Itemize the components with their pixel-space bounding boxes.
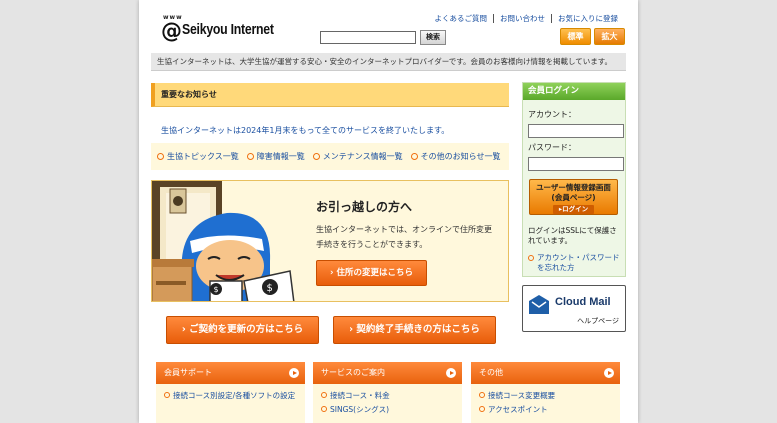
bullet-icon [479, 406, 485, 412]
bullet-icon [479, 392, 485, 398]
account-label: アカウント： [528, 110, 576, 119]
contact-link[interactable]: お問い合わせ [493, 14, 551, 23]
bullet-icon [410, 153, 418, 160]
bullet-icon [157, 153, 164, 160]
list-item-label: 接続コース・料金 [330, 391, 390, 400]
other-title: その他 [479, 368, 503, 377]
top-links: よくあるご質問 お問い合わせ お気に入りに登録 [429, 14, 625, 23]
list-item[interactable]: アクセスポイント [479, 404, 612, 415]
bullet-icon [321, 406, 327, 412]
address-change-button[interactable]: › 住所の変更はこちら [316, 260, 427, 286]
other-column: その他 接続コース変更概要 アクセスポイント [471, 362, 620, 423]
logo-at: @ [161, 19, 182, 43]
bullet-icon [312, 153, 320, 160]
important-notice-heading: 重要なお知らせ [151, 83, 509, 107]
outage-list-label: 障害情報一覧 [256, 152, 305, 161]
faq-link[interactable]: よくあるご質問 [429, 14, 494, 23]
login-button-line2: (会員ページ) [551, 193, 596, 202]
ssl-note: ログインはSSLにて保護されています。 [528, 226, 617, 245]
login-button-line1: ユーザー情報登録画面 [536, 183, 611, 192]
service-guide-title: サービスのご案内 [321, 368, 385, 377]
account-input[interactable] [528, 124, 624, 138]
site-tagline: 生協インターネットは、大学生協が運営する安心・安全のインターネットプロバイダーで… [151, 53, 626, 71]
service-guide-heading[interactable]: サービスのご案内 [313, 362, 462, 384]
expand-icon [604, 368, 614, 378]
logo-text: Seikyou Internet [182, 21, 274, 38]
list-item[interactable]: 接続コース・料金 [321, 390, 454, 401]
terminate-contract-button[interactable]: › 契約終了手続きの方はこちら [333, 316, 496, 344]
svg-text:$: $ [214, 285, 219, 294]
font-size-standard-button[interactable]: 標準 [560, 28, 591, 45]
other-notices-label: その他のお知らせ一覧 [420, 152, 501, 161]
moving-banner: $ $ お引っ越しの方へ 生協インターネットでは、オンラインで住所変更手続きを行… [151, 180, 509, 302]
notice-links: 生協トピックス一覧 障害情報一覧 メンテナンス情報一覧 その他のお知らせ一覧 [151, 143, 509, 170]
login-button-sub: ▸ログイン [552, 205, 595, 214]
forgot-password-label: アカウント・パスワードを忘れた方 [537, 253, 620, 272]
cloud-mail-subtitle: ヘルプページ [577, 317, 619, 325]
bullet-icon [164, 392, 170, 398]
list-item-label: アクセスポイント [488, 405, 548, 414]
bullet-icon [246, 153, 254, 160]
list-item[interactable]: 接続コース変更概要 [479, 390, 612, 401]
password-input[interactable] [528, 157, 624, 171]
other-list: 接続コース変更概要 アクセスポイント [471, 384, 620, 423]
service-guide-list: 接続コース・料金 SINGS(シングス) [313, 384, 462, 423]
login-button[interactable]: ユーザー情報登録画面 (会員ページ) ▸ログイン [529, 179, 618, 215]
forgot-password-link[interactable]: アカウント・パスワードを忘れた方 [528, 253, 624, 273]
expand-icon [446, 368, 456, 378]
topics-list-link[interactable]: 生協トピックス一覧 [157, 151, 239, 162]
service-end-notice[interactable]: 生協インターネットは2024年1月末をもって全てのサービスを終了いたします。 [161, 125, 449, 136]
search-button[interactable]: 検索 [420, 30, 446, 45]
page: www @ Seikyou Internet よくあるご質問 お問い合わせ お気… [139, 0, 638, 423]
list-item[interactable]: 接続コース別設定/各種ソフトの設定 [164, 390, 297, 401]
bullet-icon [321, 392, 327, 398]
moving-mascot-illustration: $ $ [152, 181, 295, 301]
list-item-label: 接続コース変更概要 [488, 391, 556, 400]
outage-list-link[interactable]: 障害情報一覧 [246, 151, 305, 162]
login-heading: 会員ログイン [523, 83, 625, 100]
cloud-mail-title: Cloud Mail [555, 296, 611, 308]
topics-list-label: 生協トピックス一覧 [167, 152, 239, 161]
search-input[interactable] [320, 31, 416, 44]
member-login-panel: 会員ログイン アカウント： パスワード： ユーザー情報登録画面 (会員ページ) … [522, 82, 626, 277]
cloud-mail-icon [529, 295, 549, 314]
list-item[interactable]: SINGS(シングス) [321, 404, 454, 415]
expand-icon [289, 368, 299, 378]
renew-contract-button[interactable]: › ご契約を更新の方はこちら [166, 316, 319, 344]
list-item-label: 接続コース別設定/各種ソフトの設定 [173, 391, 296, 400]
moving-description: 生協インターネットでは、オンラインで住所変更手続きを行うことができます。 [316, 225, 492, 249]
password-label: パスワード： [528, 143, 576, 152]
maintenance-list-label: メンテナンス情報一覧 [322, 152, 403, 161]
font-size-large-button[interactable]: 拡大 [594, 28, 625, 45]
member-support-list: 接続コース別設定/各種ソフトの設定 [156, 384, 305, 423]
member-support-column: 会員サポート 接続コース別設定/各種ソフトの設定 [156, 362, 305, 423]
cloud-mail-help-banner[interactable]: Cloud Mail ヘルプページ [522, 285, 626, 332]
bookmark-link[interactable]: お気に入りに登録 [551, 14, 624, 23]
member-support-heading[interactable]: 会員サポート [156, 362, 305, 384]
member-support-title: 会員サポート [164, 368, 212, 377]
other-notices-link[interactable]: その他のお知らせ一覧 [410, 151, 501, 162]
list-item-label: SINGS(シングス) [330, 405, 390, 414]
service-guide-column: サービスのご案内 接続コース・料金 SINGS(シングス) [313, 362, 462, 423]
maintenance-list-link[interactable]: メンテナンス情報一覧 [312, 151, 403, 162]
other-heading[interactable]: その他 [471, 362, 620, 384]
site-logo[interactable]: www @ Seikyou Internet [161, 14, 283, 44]
svg-text:$: $ [267, 283, 273, 294]
moving-title: お引っ越しの方へ [316, 200, 413, 214]
bullet-icon [528, 255, 534, 261]
